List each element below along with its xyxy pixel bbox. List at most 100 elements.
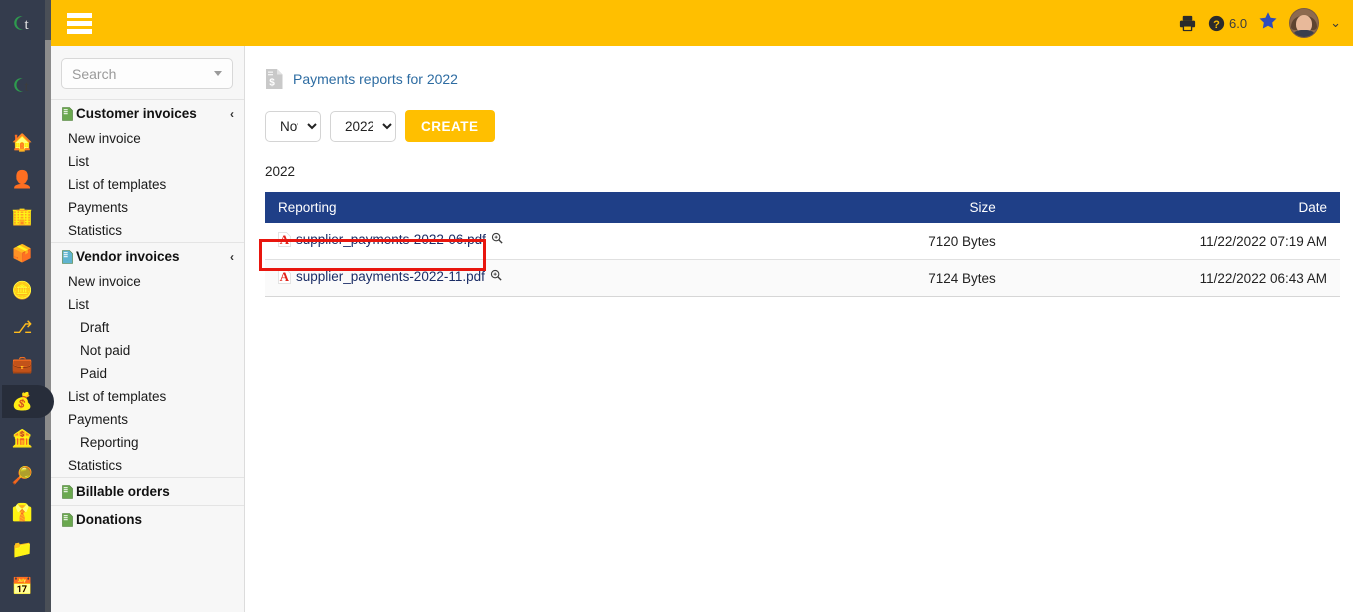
svg-text:t: t [24,79,29,95]
rail-item-list: 🏠 👤 🏢 📦 🪙 ⎇ 💼 💰 🏦 🔎 👔 📁 📅 🎫 [0,124,54,612]
briefcase-icon: 💼 [11,355,34,374]
green-invoice-icon [62,484,73,499]
rail-item-ticket[interactable]: 🎫 [0,605,45,612]
reports-table: Reporting Size Date Asupplier_payments-2… [265,192,1340,297]
menu-item-draft[interactable]: Draft [51,316,244,339]
menu-item-statistics[interactable]: Statistics [51,219,244,242]
menu-item-statistics[interactable]: Statistics [51,454,244,477]
rail-item-folder[interactable]: 📁 [0,531,45,568]
share-nodes-icon: ⎇ [12,318,33,337]
svg-text:A: A [280,232,290,247]
search-input[interactable] [62,64,197,83]
menu-item-new-invoice[interactable]: New invoice [51,270,244,293]
app-root: t t 🏠 👤 🏢 📦 🪙 ⎇ 💼 💰 🏦 🔎 👔 📁 📅 🎫 [0,0,1353,612]
rail-item-share-nodes[interactable]: ⎇ [0,309,45,346]
svg-text:?: ? [1213,18,1220,30]
chevron-left-icon[interactable]: ‹ [230,250,234,264]
rail-item-home[interactable]: 🏠 [0,124,45,161]
hamburger-menu-icon[interactable] [67,12,92,34]
month-select[interactable]: JanFebMarAprMayJunJulAugSepOctNovDec [265,110,321,142]
help-icon[interactable]: ? [1208,15,1225,32]
file-cell: Asupplier_payments-2022-11.pdf [278,269,502,284]
pdf-icon: A [278,232,291,247]
menu-group-label: Customer invoices [76,106,197,121]
side-menu: Customer invoices‹New invoiceListList of… [51,46,245,612]
box-icon: 📦 [11,244,34,263]
coins-icon: 🪙 [11,281,34,300]
search-box[interactable] [61,58,233,89]
menu-scrollbar-track[interactable] [45,0,51,612]
preview-magnifier-icon[interactable] [491,232,503,247]
money-stack-icon: 💰 [11,392,34,411]
report-toolbar: JanFebMarAprMayJunJulAugSepOctNovDec 202… [256,110,1331,142]
year-select[interactable]: 2020202120222023 [330,110,396,142]
cell-date: 11/22/2022 06:43 AM [1008,259,1340,297]
user-icon: 👤 [11,170,34,189]
chevron-left-icon[interactable]: ‹ [230,107,234,121]
chevron-down-icon[interactable]: ⌄ [1330,15,1341,31]
table-head: Reporting Size Date [265,192,1340,223]
table-row: Asupplier_payments-2022-11.pdf 7124 Bytes… [265,259,1340,297]
rail-item-money-stack[interactable]: 💰 [0,383,54,420]
top-bar: ? 6.0 ⌄ [51,0,1353,46]
menu-tree: Customer invoices ‹ New invoice List List of… [51,99,244,533]
menu-item-list[interactable]: List [51,150,244,173]
preview-magnifier-icon[interactable] [490,269,502,284]
menu-item-not-paid[interactable]: Not paid [51,339,244,362]
menu-group-billable-orders[interactable]: Billable orders [51,477,244,505]
version-label: 6.0 [1229,15,1248,31]
rail-item-building[interactable]: 🏢 [0,198,45,235]
table-body: Asupplier_payments-2022-06.pdf 7120 Bytes… [265,223,1340,297]
create-button[interactable]: CREATE [405,110,495,142]
menu-item-list-of-templates[interactable]: List of templates [51,385,244,408]
rail-item-calendar[interactable]: 📅 [0,568,45,605]
svg-text:$: $ [269,78,275,89]
menu-group-customer-invoices[interactable]: Customer invoices ‹ [51,99,244,127]
menu-item-new-invoice[interactable]: New invoice [51,127,244,150]
menu-item-reporting[interactable]: Reporting [51,431,244,454]
menu-item-paid[interactable]: Paid [51,362,244,385]
menu-group-vendor-invoices[interactable]: Vendor invoices ‹ [51,242,244,270]
app-logo-second[interactable]: t [0,62,45,108]
building-icon: 🏢 [11,207,34,226]
svg-text:A: A [280,269,290,284]
help-version[interactable]: ? 6.0 [1208,15,1247,32]
dolibarr-logo-icon: t [12,14,29,33]
payment-report-icon: $ [265,68,284,90]
calendar-icon: 📅 [11,577,34,596]
menu-group-label: Billable orders [76,484,170,499]
column-header-size[interactable]: Size [806,192,1009,223]
column-header-reporting[interactable]: Reporting [265,192,807,223]
blue-invoice-icon [62,249,73,264]
file-cell: Asupplier_payments-2022-06.pdf [278,232,503,247]
svg-text:t: t [24,17,29,33]
rail-item-coins[interactable]: 🪙 [0,272,45,309]
green-invoice-icon [62,512,73,527]
rail-item-magnifier-dollar[interactable]: 🔎 [0,457,45,494]
menu-item-payments[interactable]: Payments [51,196,244,219]
menu-group-label: Vendor invoices [76,249,180,264]
menu-item-list[interactable]: List [51,293,244,316]
rail-item-briefcase[interactable]: 💼 [0,346,45,383]
avatar[interactable] [1289,8,1320,38]
column-header-date[interactable]: Date [1008,192,1340,223]
bank-icon: 🏦 [11,429,34,448]
menu-scrollbar-thumb[interactable] [45,40,51,440]
menu-item-payments[interactable]: Payments [51,408,244,431]
cell-size: 7120 Bytes [806,223,1009,260]
printer-icon[interactable] [1178,14,1197,33]
rail-item-bank[interactable]: 🏦 [0,420,45,457]
menu-group-donations[interactable]: Donations [51,505,244,533]
file-link[interactable]: supplier_payments-2022-11.pdf [296,269,485,284]
pdf-icon: A [278,269,291,284]
rail-item-person-tie[interactable]: 👔 [0,494,45,531]
star-icon[interactable] [1258,11,1278,35]
rail-item-user[interactable]: 👤 [0,161,45,198]
chevron-down-icon-search[interactable] [214,71,222,76]
rail-item-box[interactable]: 📦 [0,235,45,272]
app-logo-top[interactable]: t [0,0,45,46]
avatar-body [1291,30,1318,37]
cell-reporting: Asupplier_payments-2022-11.pdf [265,259,807,297]
file-link[interactable]: supplier_payments-2022-06.pdf [296,232,486,247]
menu-item-list-of-templates[interactable]: List of templates [51,173,244,196]
